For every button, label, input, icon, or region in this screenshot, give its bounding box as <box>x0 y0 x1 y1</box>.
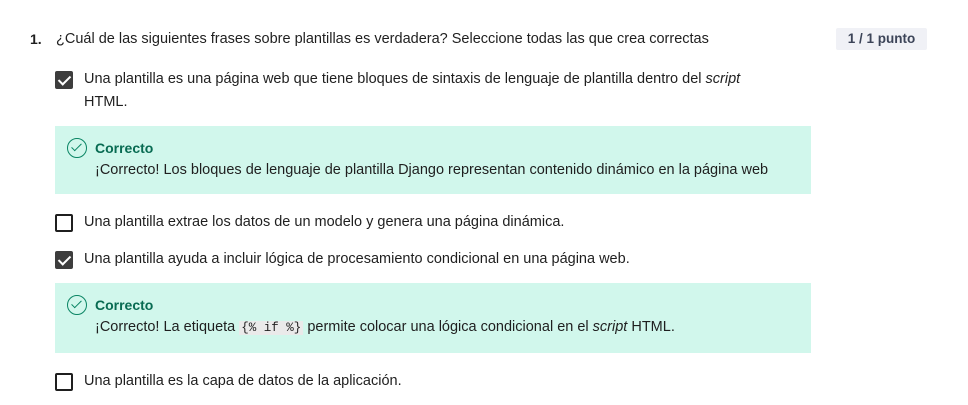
option-1-label: Una plantilla es una página web que tien… <box>84 71 741 110</box>
option-1[interactable]: Una plantilla es una página web que tien… <box>55 71 740 114</box>
option-2-label: Una plantilla extrae los datos de un mod… <box>84 214 565 230</box>
feedback-text: ¡Correcto! Los bloques de lenguaje de pl… <box>95 162 769 178</box>
option-4[interactable]: Una plantilla es la capa de datos de la … <box>55 373 402 393</box>
checkbox-unchecked-icon[interactable] <box>55 373 73 391</box>
checkbox-unchecked-icon[interactable] <box>55 214 73 232</box>
feedback-text: ¡Correcto! La etiqueta {% if %} permite … <box>95 319 675 335</box>
option-4-label: Una plantilla es la capa de datos de la … <box>84 373 402 389</box>
feedback-correct-2: Correcto ¡Correcto! La etiqueta {% if %}… <box>55 283 811 353</box>
score-badge: 1 / 1 punto <box>836 28 927 50</box>
check-circle-icon <box>67 138 87 158</box>
option-3-label: Una plantilla ayuda a incluir lógica de … <box>84 251 630 267</box>
option-3[interactable]: Una plantilla ayuda a incluir lógica de … <box>55 251 630 271</box>
question-number: 1. <box>30 31 42 47</box>
feedback-correct-1: Correcto ¡Correcto! Los bloques de lengu… <box>55 126 811 194</box>
checkbox-checked-icon[interactable] <box>55 251 73 269</box>
feedback-title: Correcto <box>95 297 154 313</box>
option-2[interactable]: Una plantilla extrae los datos de un mod… <box>55 214 564 234</box>
check-circle-icon <box>67 295 87 315</box>
code-snippet: {% if %} <box>239 321 304 335</box>
feedback-title: Correcto <box>95 140 154 156</box>
question-text: ¿Cuál de las siguientes frases sobre pla… <box>56 31 709 47</box>
checkbox-checked-icon[interactable] <box>55 71 73 89</box>
